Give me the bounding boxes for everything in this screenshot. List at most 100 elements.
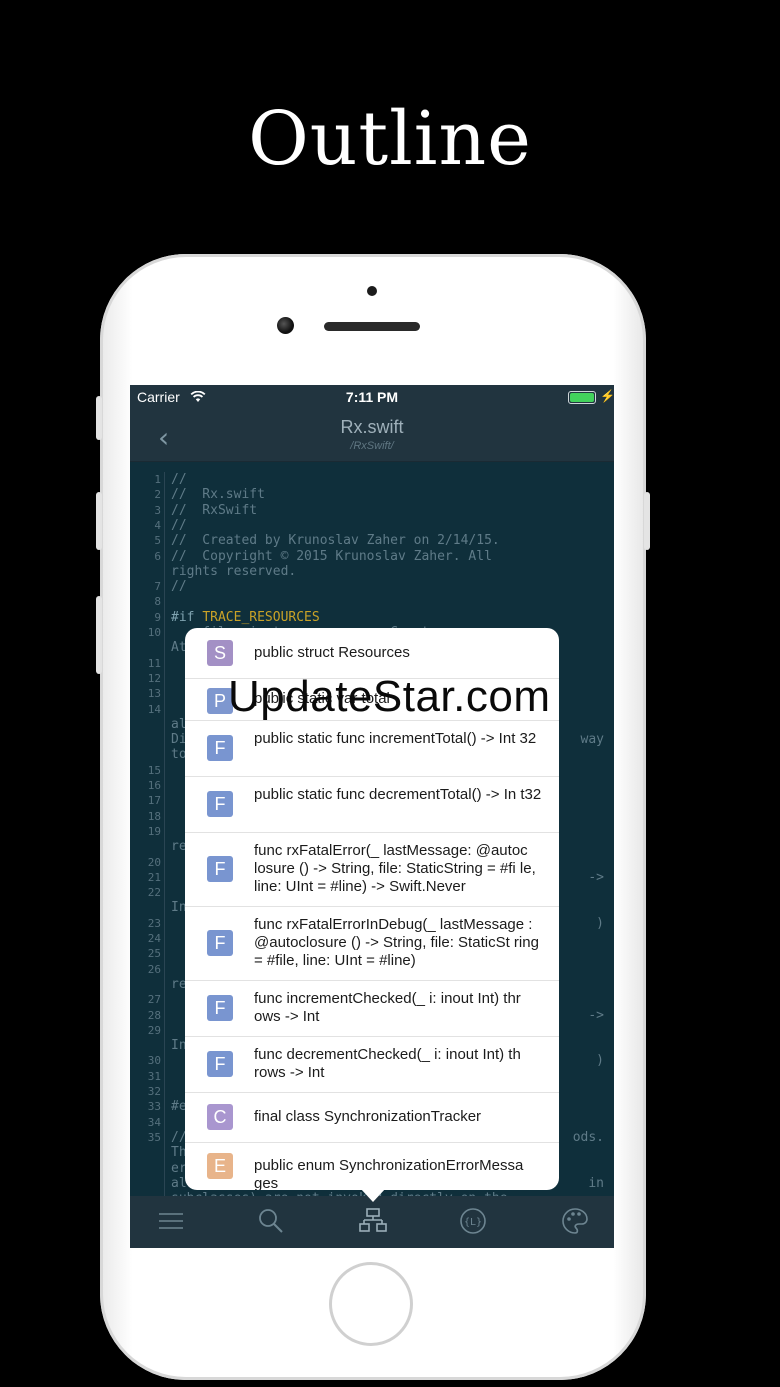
line-number: 25 bbox=[147, 947, 161, 961]
svg-text:{L}: {L} bbox=[464, 1217, 482, 1228]
mute-switch bbox=[96, 396, 102, 440]
code-line-tail: in bbox=[588, 1175, 604, 1191]
line-number: 31 bbox=[147, 1069, 161, 1083]
line-number: 35 bbox=[147, 1130, 161, 1144]
symbol-signature: func decrementChecked(_ i: inout Int) th… bbox=[254, 1046, 521, 1081]
symbol-signature: func rxFatalErrorInDebug(_ lastMessage :… bbox=[254, 916, 539, 969]
line-number: 11 bbox=[147, 656, 161, 670]
theme-palette-icon[interactable] bbox=[560, 1206, 590, 1236]
macro-token: TRACE_RESOURCES bbox=[202, 609, 320, 625]
menu-icon[interactable] bbox=[156, 1206, 186, 1236]
volume-down-button bbox=[96, 596, 102, 674]
outline-icon[interactable] bbox=[358, 1206, 388, 1236]
outline-item[interactable]: Ffunc decrementChecked(_ i: inout Int) t… bbox=[185, 1036, 559, 1093]
line-number: 2 bbox=[154, 488, 161, 502]
file-path: /RxSwift/ bbox=[350, 440, 394, 452]
symbol-kind-badge: F bbox=[207, 995, 233, 1021]
symbol-kind-badge: S bbox=[207, 640, 233, 666]
battery-icon bbox=[568, 391, 596, 404]
earpiece-speaker bbox=[324, 322, 420, 331]
line-number: 3 bbox=[154, 503, 161, 517]
status-time: 7:11 PM bbox=[345, 389, 399, 405]
search-icon[interactable] bbox=[256, 1206, 286, 1236]
code-line-tail: way bbox=[580, 732, 604, 748]
navigation-bar: ‹ Rx.swift /RxSwift/ bbox=[130, 409, 614, 462]
home-button[interactable] bbox=[329, 1262, 413, 1346]
code-line: rights reserved. bbox=[171, 564, 296, 579]
line-number: 21 bbox=[147, 870, 161, 884]
outline-item[interactable]: Ffunc rxFatalErrorInDebug(_ lastMessage … bbox=[185, 906, 559, 981]
line-number: 5 bbox=[154, 534, 161, 548]
code-text: #if bbox=[171, 609, 203, 625]
line-number: 1 bbox=[154, 473, 161, 486]
line-number: 17 bbox=[147, 794, 161, 808]
headline: Outline bbox=[248, 96, 532, 182]
code-line-tail: ods. bbox=[572, 1129, 604, 1145]
line-number: 28 bbox=[147, 1008, 161, 1022]
line-number: 24 bbox=[147, 932, 161, 945]
code-line-tail: ) bbox=[596, 1053, 604, 1069]
line-number: 10 bbox=[147, 626, 161, 639]
line-number: 19 bbox=[147, 824, 161, 838]
code-line-tail: -> bbox=[588, 869, 604, 885]
symbol-kind-badge: E bbox=[207, 1153, 233, 1179]
code-line: #if TRACE_RESOURCES bbox=[171, 610, 320, 625]
symbol-kind-badge: F bbox=[207, 856, 233, 882]
code-text: // Created by Krunoslav Zaher on 2/14/15… bbox=[171, 533, 500, 549]
line-number: 34 bbox=[147, 1115, 161, 1129]
code-text: // bbox=[171, 517, 187, 533]
symbol-signature: public static func decrementTotal() -> I… bbox=[254, 786, 542, 803]
code-text: // Copyright © 2015 Krunoslav Zaher. All bbox=[171, 548, 492, 564]
line-number: 30 bbox=[147, 1054, 161, 1068]
line-number: 14 bbox=[147, 702, 161, 716]
watermark: UpdateStar.com bbox=[228, 672, 551, 721]
outline-item[interactable]: Fpublic static func incrementTotal() -> … bbox=[185, 720, 559, 777]
power-button bbox=[644, 492, 650, 550]
line-number: 15 bbox=[147, 763, 161, 777]
symbols-icon[interactable]: {L} bbox=[458, 1206, 488, 1236]
line-number: 29 bbox=[147, 1023, 161, 1037]
volume-up-button bbox=[96, 492, 102, 550]
popover-arrow bbox=[360, 1188, 386, 1202]
bottom-toolbar: {L} bbox=[130, 1196, 614, 1248]
line-number: 12 bbox=[147, 671, 161, 685]
symbol-signature: public struct Resources bbox=[254, 644, 410, 661]
outline-item[interactable]: Epublic enum SynchronizationErrorMessa g… bbox=[185, 1142, 559, 1190]
outline-item[interactable]: Ffunc incrementChecked(_ i: inout Int) t… bbox=[185, 980, 559, 1037]
outline-item[interactable]: Ffunc rxFatalError(_ lastMessage: @autoc… bbox=[185, 832, 559, 907]
line-number: 33 bbox=[147, 1100, 161, 1114]
code-text: rights reserved. bbox=[171, 563, 297, 579]
line-number: 26 bbox=[147, 962, 161, 976]
line-number-gutter: 1 2 3 4 5 6 7 8 9 10 11 12 13 14 15 16 17 18 19 20 21 22 23 24 2… bbox=[130, 472, 165, 1212]
code-line: // RxSwift bbox=[171, 503, 257, 518]
line-number: 8 bbox=[154, 595, 161, 609]
symbol-kind-badge: F bbox=[207, 930, 233, 956]
symbol-signature: public enum SynchronizationErrorMessa ge… bbox=[254, 1157, 524, 1190]
code-text: // Rx.swift bbox=[171, 487, 265, 503]
code-line: // Copyright © 2015 Krunoslav Zaher. All bbox=[171, 549, 492, 564]
line-number: 9 bbox=[154, 610, 161, 624]
code-line: // bbox=[171, 579, 187, 594]
line-number: 6 bbox=[154, 549, 161, 563]
symbol-signature: final class SynchronizationTracker bbox=[254, 1108, 482, 1125]
code-text: // bbox=[171, 579, 187, 595]
code-line-tail: -> bbox=[588, 1007, 604, 1023]
charging-icon: ⚡ bbox=[600, 389, 614, 403]
outline-item[interactable]: Fpublic static func decrementTotal() -> … bbox=[185, 776, 559, 833]
symbol-signature: func rxFatalError(_ lastMessage: @autoc … bbox=[254, 842, 536, 895]
line-number: 20 bbox=[147, 855, 161, 869]
line-number: 4 bbox=[154, 518, 161, 532]
symbol-signature: public static func incrementTotal() -> I… bbox=[254, 730, 537, 747]
line-number: 7 bbox=[154, 580, 161, 594]
code-line: // bbox=[171, 518, 187, 533]
code-line-tail: ) bbox=[596, 915, 604, 931]
code-text: // RxSwift bbox=[171, 502, 258, 518]
line-number: 13 bbox=[147, 687, 161, 701]
symbol-signature: func incrementChecked(_ i: inout Int) th… bbox=[254, 990, 521, 1025]
symbol-kind-badge: F bbox=[207, 1051, 233, 1077]
code-text: // bbox=[171, 472, 187, 487]
outline-item[interactable]: Cfinal class SynchronizationTracker bbox=[185, 1092, 559, 1143]
symbol-kind-badge: F bbox=[207, 791, 233, 817]
line-number: 27 bbox=[147, 993, 161, 1007]
line-number: 18 bbox=[147, 809, 161, 823]
